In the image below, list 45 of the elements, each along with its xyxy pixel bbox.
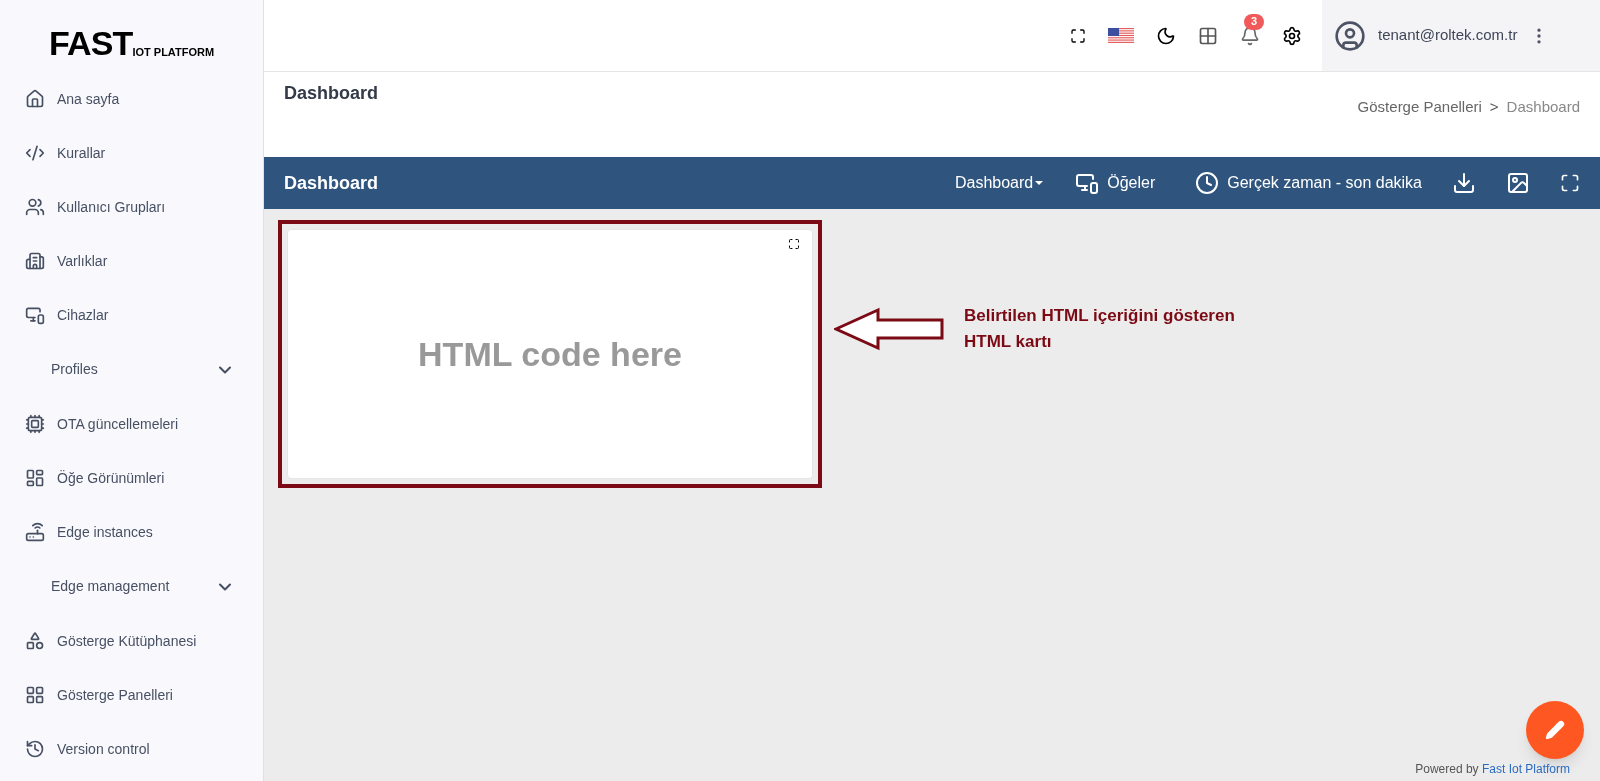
sidebar-item[interactable]: Gösterge Panelleri	[0, 668, 263, 722]
edit-button[interactable]	[1526, 701, 1584, 759]
sidebar-item[interactable]: Version control	[0, 722, 263, 776]
sidebar-item[interactable]: Varlıklar	[0, 234, 263, 288]
sidebar-group[interactable]: Profiles	[0, 342, 263, 397]
sidebar-item[interactable]: Kurallar	[0, 126, 263, 180]
timewindow-button[interactable]: Gerçek zaman - son dakika	[1195, 171, 1422, 195]
sidebar-item[interactable]: OTA güncellemeleri	[0, 397, 263, 451]
dashboard-selector[interactable]: Dashboard	[954, 171, 1046, 195]
grid-icon[interactable]	[1198, 25, 1218, 46]
html-card-content: HTML code here	[418, 333, 682, 375]
sidebar-item[interactable]: Öğe Görünümleri	[0, 451, 263, 505]
flag-icon[interactable]	[1108, 27, 1134, 44]
arrow-icon	[834, 307, 946, 351]
devices-icon	[1075, 171, 1100, 195]
sidebar-item[interactable]: Cihazlar	[0, 288, 263, 342]
sidebar-group[interactable]: Edge management	[0, 559, 263, 614]
sidebar-item[interactable]: Edge instances	[0, 505, 263, 559]
notification-badge: 3	[1244, 13, 1264, 30]
clock-icon	[1195, 171, 1220, 195]
logo-sub: IOT PLATFORM	[132, 47, 215, 60]
footer-text: Powered by Fast Iot Platform	[1415, 761, 1570, 778]
breadcrumb-separator: >	[1489, 97, 1499, 117]
sidebar-item[interactable]: Ana sayfa	[0, 72, 263, 126]
download-icon[interactable]	[1452, 171, 1476, 195]
dashboard-title: Dashboard	[284, 171, 380, 195]
fullscreen-icon[interactable]	[788, 238, 800, 250]
settings-icon[interactable]	[1282, 25, 1302, 46]
widgets-button[interactable]: Öğeler	[1075, 171, 1156, 195]
image-export-icon[interactable]	[1506, 171, 1530, 195]
footer-link[interactable]: Fast Iot Platform	[1481, 762, 1570, 776]
breadcrumb-link[interactable]: Dashboard	[1506, 96, 1580, 119]
user-email: tenant@roltek.com.tr	[1378, 25, 1518, 46]
avatar-icon	[1334, 19, 1366, 52]
logo-main: FAST	[48, 26, 133, 60]
moon-icon[interactable]	[1156, 25, 1176, 46]
pencil-icon	[1545, 720, 1565, 740]
annotation-text: Belirtilen HTML içeriğini gösteren HTML kartı	[964, 305, 1236, 353]
breadcrumb-link[interactable]: Gösterge Panelleri	[1357, 96, 1482, 119]
fullscreen-icon[interactable]	[1070, 27, 1086, 44]
sidebar-item[interactable]: Gösterge Kütüphanesi	[0, 614, 263, 668]
fullscreen-icon[interactable]	[1560, 173, 1580, 193]
user-menu[interactable]: tenant@roltek.com.tr	[1322, 0, 1600, 71]
page-title: Dashboard	[284, 82, 379, 105]
sidebar-item[interactable]: Kullanıcı Grupları	[0, 180, 263, 234]
